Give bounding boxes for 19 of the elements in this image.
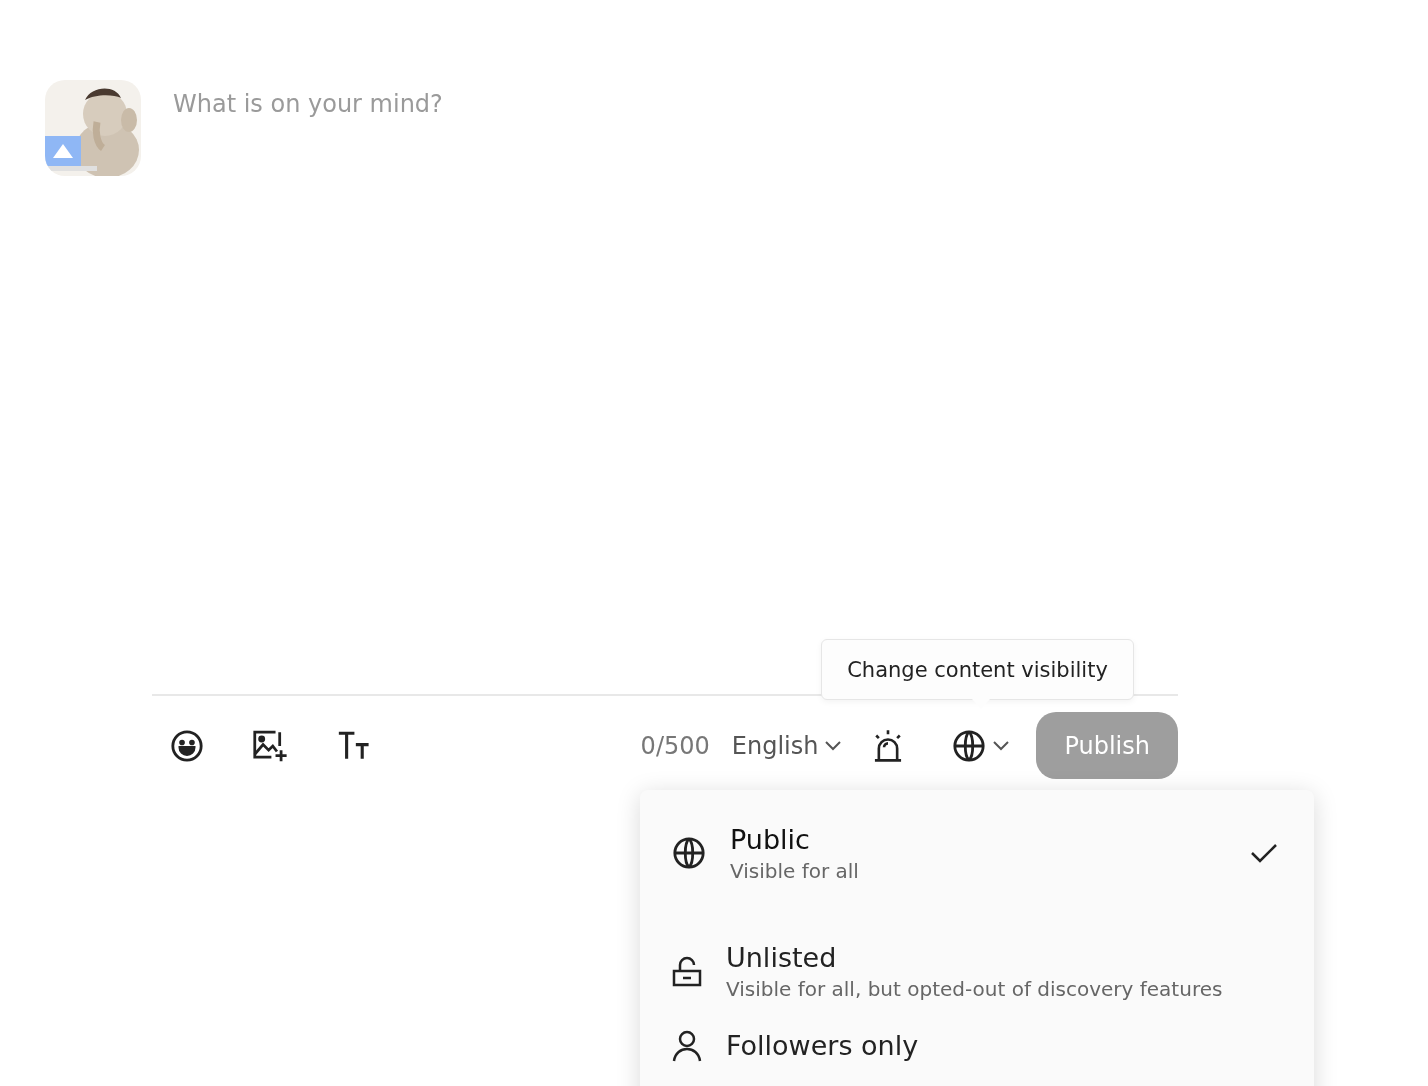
person-icon <box>672 1030 702 1062</box>
language-dropdown[interactable]: English <box>731 731 843 760</box>
globe-icon <box>672 836 706 870</box>
unlock-icon <box>672 955 702 987</box>
visibility-option[interactable]: Public Visible for all <box>672 794 1282 912</box>
chevron-down-icon <box>992 739 1011 752</box>
option-description: Visible for all <box>730 858 860 883</box>
option-title: Followers only <box>726 1030 920 1061</box>
option-title: Public <box>730 823 811 855</box>
chevron-down-icon <box>824 739 843 752</box>
visibility-option[interactable]: Unlisted Visible for all, but opted-out of discovery features <box>672 912 1282 1030</box>
post-text-field[interactable]: What is on your mind? <box>173 80 1173 520</box>
tooltip-text: Change content visibility <box>847 657 1108 682</box>
visibility-option[interactable]: Followers only <box>672 1030 1282 1062</box>
globe-icon <box>952 728 987 763</box>
character-counter: 0/500 <box>640 731 710 760</box>
option-title: Unlisted <box>726 941 838 973</box>
option-description: Visible for all, but opted-out of discovery features <box>726 976 1224 1001</box>
checkmark-icon <box>1250 842 1278 864</box>
